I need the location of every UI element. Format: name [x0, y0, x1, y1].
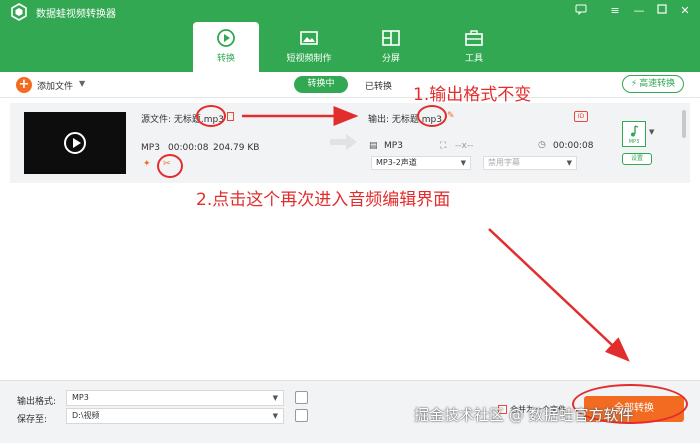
chevron-down-icon: ▼	[272, 412, 278, 420]
chevron-down-icon: ▼	[272, 394, 278, 402]
save-path-value: D:\视频	[72, 411, 100, 420]
annotation-circle	[196, 105, 226, 127]
annotation-circle	[157, 154, 183, 178]
output-format-value: MP3	[72, 393, 89, 402]
annotation-note-1: 1.输出格式不变	[413, 85, 532, 105]
watermark: 掘金技术社区 @ 数据蛙官方软件	[414, 406, 634, 424]
annotation-circle	[417, 105, 447, 127]
format-settings-icon[interactable]	[295, 391, 308, 404]
annotation-note-2: 2.点击这个再次进入音频编辑界面	[196, 190, 451, 210]
annotation-overlay	[242, 106, 630, 362]
output-format-select[interactable]: MP3 ▼	[66, 390, 284, 406]
folder-icon[interactable]	[295, 409, 308, 422]
output-format-label: 输出格式:	[17, 397, 57, 407]
annotation-arrow	[488, 228, 630, 362]
save-to-label: 保存至:	[17, 415, 48, 425]
save-path-select[interactable]: D:\视频 ▼	[66, 408, 284, 424]
